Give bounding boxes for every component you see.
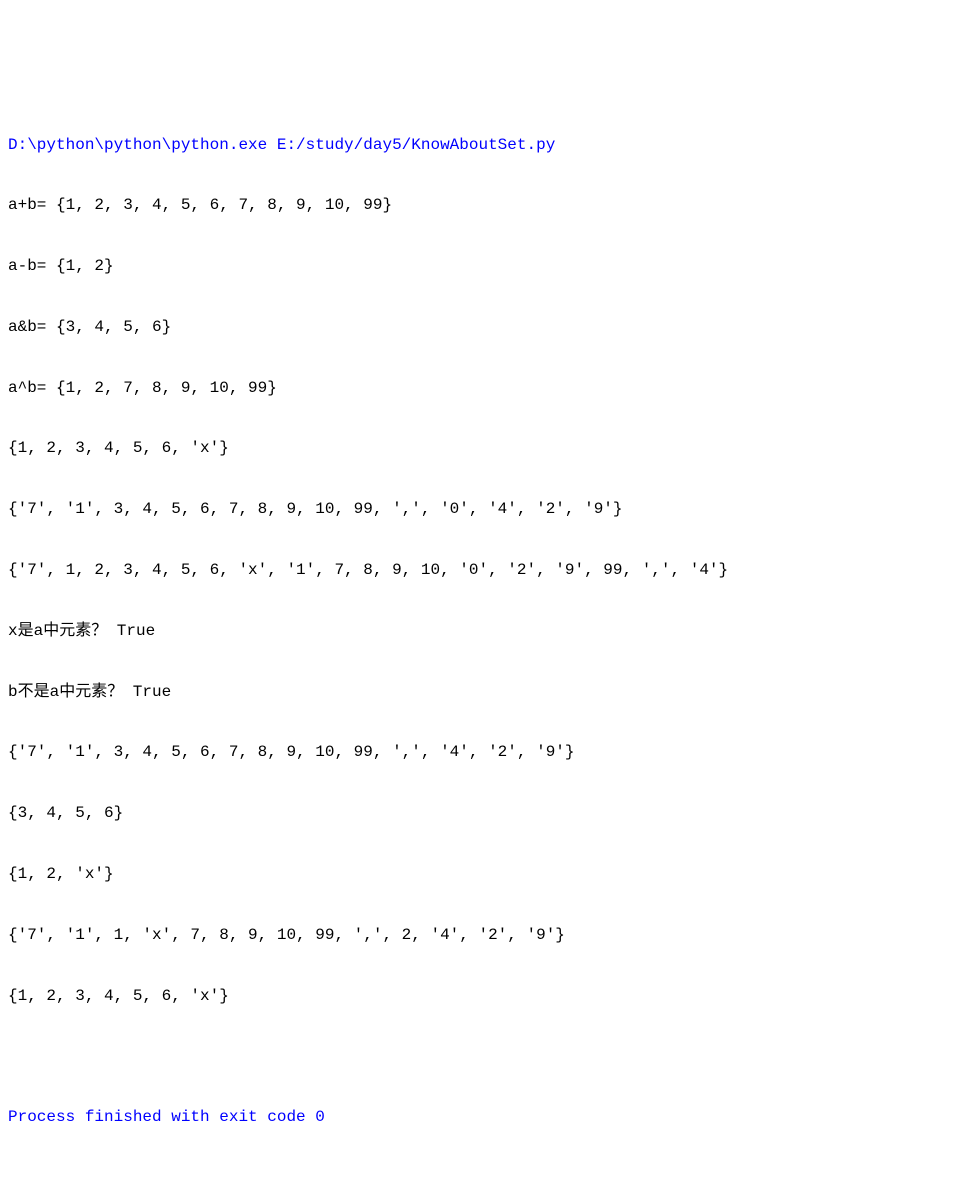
output-line-0: a+b= {1, 2, 3, 4, 5, 6, 7, 8, 9, 10, 99} <box>8 190 950 220</box>
output-line-4: {1, 2, 3, 4, 5, 6, 'x'} <box>8 433 950 463</box>
command-line: D:\python\python\python.exe E:/study/day… <box>8 130 950 160</box>
output-line-7: x是a中元素？ True <box>8 616 950 646</box>
output-line-2: a&b= {3, 4, 5, 6} <box>8 312 950 342</box>
output-line-5: {'7', '1', 3, 4, 5, 6, 7, 8, 9, 10, 99, … <box>8 494 950 524</box>
output-line-8: b不是a中元素？ True <box>8 677 950 707</box>
output-line-11: {1, 2, 'x'} <box>8 859 950 889</box>
output-line-1: a-b= {1, 2} <box>8 251 950 281</box>
output-line-9: {'7', '1', 3, 4, 5, 6, 7, 8, 9, 10, 99, … <box>8 737 950 767</box>
output-line-6: {'7', 1, 2, 3, 4, 5, 6, 'x', '1', 7, 8, … <box>8 555 950 585</box>
output-blank <box>8 1041 950 1071</box>
output-line-10: {3, 4, 5, 6} <box>8 798 950 828</box>
exit-message: Process finished with exit code 0 <box>8 1102 950 1132</box>
output-line-3: a^b= {1, 2, 7, 8, 9, 10, 99} <box>8 373 950 403</box>
output-line-12: {'7', '1', 1, 'x', 7, 8, 9, 10, 99, ',',… <box>8 920 950 950</box>
output-line-13: {1, 2, 3, 4, 5, 6, 'x'} <box>8 981 950 1011</box>
